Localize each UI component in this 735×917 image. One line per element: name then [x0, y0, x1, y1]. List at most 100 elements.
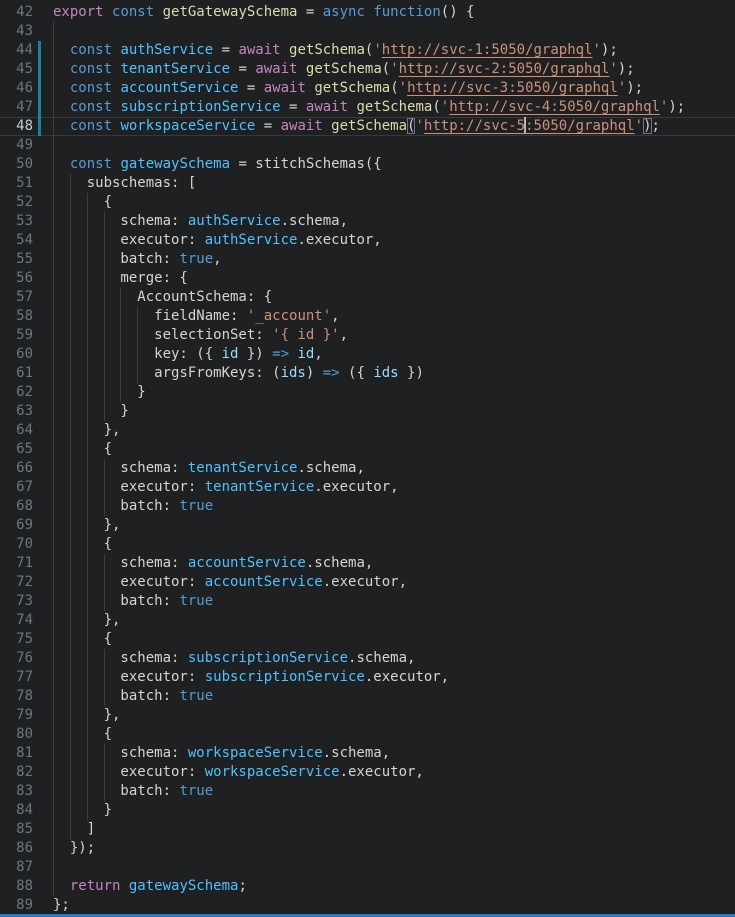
line-number[interactable]: 71 — [0, 554, 33, 573]
line-number[interactable]: 67 — [0, 478, 33, 497]
code-line[interactable]: 73 batch: true — [0, 592, 735, 611]
code-line[interactable]: 66 schema: tenantService.schema, — [0, 459, 735, 478]
line-number[interactable]: 49 — [0, 136, 33, 155]
line-number[interactable]: 88 — [0, 877, 33, 896]
line-number[interactable]: 50 — [0, 155, 33, 174]
code-line[interactable]: 70 { — [0, 535, 735, 554]
code-line[interactable]: 62 } — [0, 383, 735, 402]
line-number[interactable]: 43 — [0, 22, 33, 41]
line-number[interactable]: 75 — [0, 630, 33, 649]
code-line[interactable]: 59 selectionSet: '{ id }', — [0, 326, 735, 345]
code-line[interactable]: 80 { — [0, 725, 735, 744]
code-line[interactable]: 65 { — [0, 440, 735, 459]
line-number[interactable]: 61 — [0, 364, 33, 383]
line-number[interactable]: 81 — [0, 744, 33, 763]
code-line[interactable]: 84 } — [0, 801, 735, 820]
code-line[interactable]: 77 executor: subscriptionService.executo… — [0, 668, 735, 687]
line-number[interactable]: 74 — [0, 611, 33, 630]
line-number[interactable]: 47 — [0, 98, 33, 117]
line-number[interactable]: 79 — [0, 706, 33, 725]
line-number[interactable]: 55 — [0, 250, 33, 269]
code-line[interactable]: 89}; — [0, 896, 735, 915]
code-line[interactable]: 82 executor: workspaceService.executor, — [0, 763, 735, 782]
code-line[interactable]: 55 batch: true, — [0, 250, 735, 269]
line-number[interactable]: 42 — [0, 3, 33, 22]
line-number[interactable]: 66 — [0, 459, 33, 478]
code-line[interactable]: 81 schema: workspaceService.schema, — [0, 744, 735, 763]
line-number[interactable]: 44 — [0, 41, 33, 60]
line-number[interactable]: 83 — [0, 782, 33, 801]
code-line-current[interactable]: 48 const workspaceService = await getSch… — [0, 117, 735, 136]
line-number[interactable]: 80 — [0, 725, 33, 744]
gutter-gap — [33, 497, 42, 516]
line-number[interactable]: 87 — [0, 858, 33, 877]
code-text: argsFromKeys: (ids) => ({ ids }) — [42, 364, 735, 383]
code-line[interactable]: 58 fieldName: '_account', — [0, 307, 735, 326]
code-line[interactable]: 88 return gatewaySchema; — [0, 877, 735, 896]
code-line[interactable]: 45 const tenantService = await getSchema… — [0, 60, 735, 79]
code-line[interactable]: 68 batch: true — [0, 497, 735, 516]
code-line[interactable]: 78 batch: true — [0, 687, 735, 706]
code-line[interactable]: 51 subschemas: [ — [0, 174, 735, 193]
line-number[interactable]: 59 — [0, 326, 33, 345]
code-token: gatewaySchema — [129, 878, 239, 894]
line-number[interactable]: 63 — [0, 402, 33, 421]
line-number[interactable]: 58 — [0, 307, 33, 326]
code-line[interactable]: 53 schema: authService.schema, — [0, 212, 735, 231]
code-line[interactable]: 79 }, — [0, 706, 735, 725]
code-editor[interactable]: 42export const getGatewaySchema = async … — [0, 0, 735, 917]
code-line[interactable]: 47 const subscriptionService = await get… — [0, 98, 735, 117]
line-number[interactable]: 46 — [0, 79, 33, 98]
code-line[interactable]: 86 }); — [0, 839, 735, 858]
line-number[interactable]: 64 — [0, 421, 33, 440]
code-line[interactable]: 67 executor: tenantService.executor, — [0, 478, 735, 497]
line-number[interactable]: 52 — [0, 193, 33, 212]
line-number[interactable]: 89 — [0, 896, 33, 915]
line-number[interactable]: 76 — [0, 649, 33, 668]
code-line[interactable]: 57 AccountSchema: { — [0, 288, 735, 307]
code-line[interactable]: 61 argsFromKeys: (ids) => ({ ids }) — [0, 364, 735, 383]
line-number[interactable]: 73 — [0, 592, 33, 611]
line-number[interactable]: 65 — [0, 440, 33, 459]
line-number[interactable]: 78 — [0, 687, 33, 706]
line-number[interactable]: 70 — [0, 535, 33, 554]
code-line[interactable]: 69 }, — [0, 516, 735, 535]
code-line[interactable]: 43 — [0, 22, 735, 41]
line-number[interactable]: 77 — [0, 668, 33, 687]
line-number[interactable]: 53 — [0, 212, 33, 231]
line-number[interactable]: 86 — [0, 839, 33, 858]
line-number[interactable]: 85 — [0, 820, 33, 839]
line-number[interactable]: 69 — [0, 516, 33, 535]
line-number[interactable]: 54 — [0, 231, 33, 250]
code-line[interactable]: 71 schema: accountService.schema, — [0, 554, 735, 573]
line-number[interactable]: 82 — [0, 763, 33, 782]
line-number[interactable]: 84 — [0, 801, 33, 820]
code-line[interactable]: 63 } — [0, 402, 735, 421]
line-number[interactable]: 60 — [0, 345, 33, 364]
code-line[interactable]: 87 — [0, 858, 735, 877]
code-line[interactable]: 64 }, — [0, 421, 735, 440]
code-line[interactable]: 44 const authService = await getSchema('… — [0, 41, 735, 60]
line-number[interactable]: 72 — [0, 573, 33, 592]
code-line[interactable]: 42export const getGatewaySchema = async … — [0, 3, 735, 22]
code-line[interactable]: 72 executor: accountService.executor, — [0, 573, 735, 592]
code-line[interactable]: 56 merge: { — [0, 269, 735, 288]
code-line[interactable]: 83 batch: true — [0, 782, 735, 801]
line-number[interactable]: 57 — [0, 288, 33, 307]
code-line[interactable]: 50 const gatewaySchema = stitchSchemas({ — [0, 155, 735, 174]
code-line[interactable]: 74 }, — [0, 611, 735, 630]
code-line[interactable]: 75 { — [0, 630, 735, 649]
line-number[interactable]: 56 — [0, 269, 33, 288]
line-number[interactable]: 48 — [0, 117, 33, 136]
code-line[interactable]: 46 const accountService = await getSchem… — [0, 79, 735, 98]
code-line[interactable]: 54 executor: authService.executor, — [0, 231, 735, 250]
code-line[interactable]: 76 schema: subscriptionService.schema, — [0, 649, 735, 668]
line-number[interactable]: 62 — [0, 383, 33, 402]
code-line[interactable]: 60 key: ({ id }) => id, — [0, 345, 735, 364]
code-line[interactable]: 49 — [0, 136, 735, 155]
line-number[interactable]: 51 — [0, 174, 33, 193]
line-number[interactable]: 68 — [0, 497, 33, 516]
code-line[interactable]: 85 ] — [0, 820, 735, 839]
line-number[interactable]: 45 — [0, 60, 33, 79]
code-line[interactable]: 52 { — [0, 193, 735, 212]
